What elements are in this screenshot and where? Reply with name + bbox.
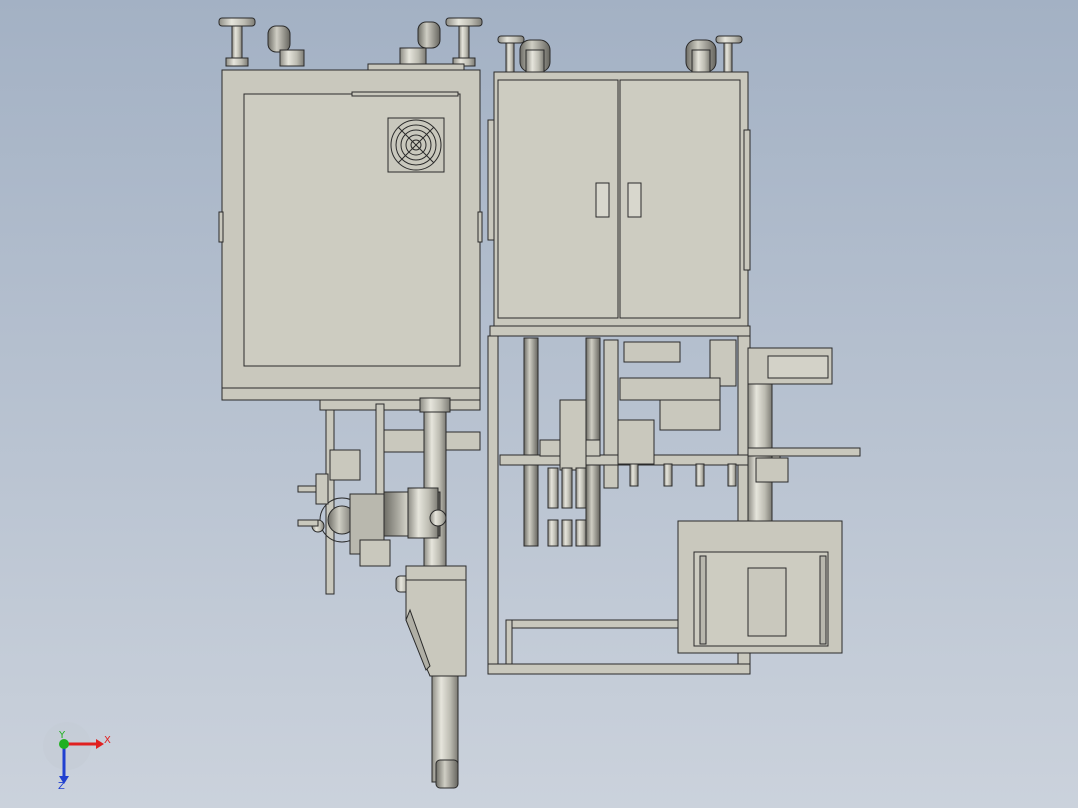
triad-z-label: Z: [58, 781, 65, 792]
caster-wheel-right-cab-left: [519, 39, 551, 75]
left-cabinet[interactable]: [218, 17, 483, 401]
caster-wheel-left: [267, 25, 305, 67]
triad-x-label: X: [104, 735, 111, 746]
triad-y-label: Y: [58, 730, 66, 741]
hopper-panel[interactable]: [677, 520, 843, 654]
door-handle-left[interactable]: [595, 182, 610, 218]
coordinate-triad: X Y Z: [43, 722, 111, 792]
drive-assembly[interactable]: [297, 397, 481, 789]
fan-guard-icon: [387, 117, 445, 173]
triad-x-arrow: [96, 739, 104, 749]
right-cabinet[interactable]: [487, 35, 751, 337]
caster-wheel-right: [399, 21, 441, 67]
caster-wheel-right-cab-right: [685, 39, 717, 75]
leveling-foot-right-cab-right: [715, 35, 743, 74]
leveling-foot-right: [445, 17, 483, 67]
leveling-foot-left: [218, 17, 256, 67]
door-handle-right[interactable]: [627, 182, 642, 218]
cad-viewport[interactable]: X Y Z: [0, 0, 1078, 808]
